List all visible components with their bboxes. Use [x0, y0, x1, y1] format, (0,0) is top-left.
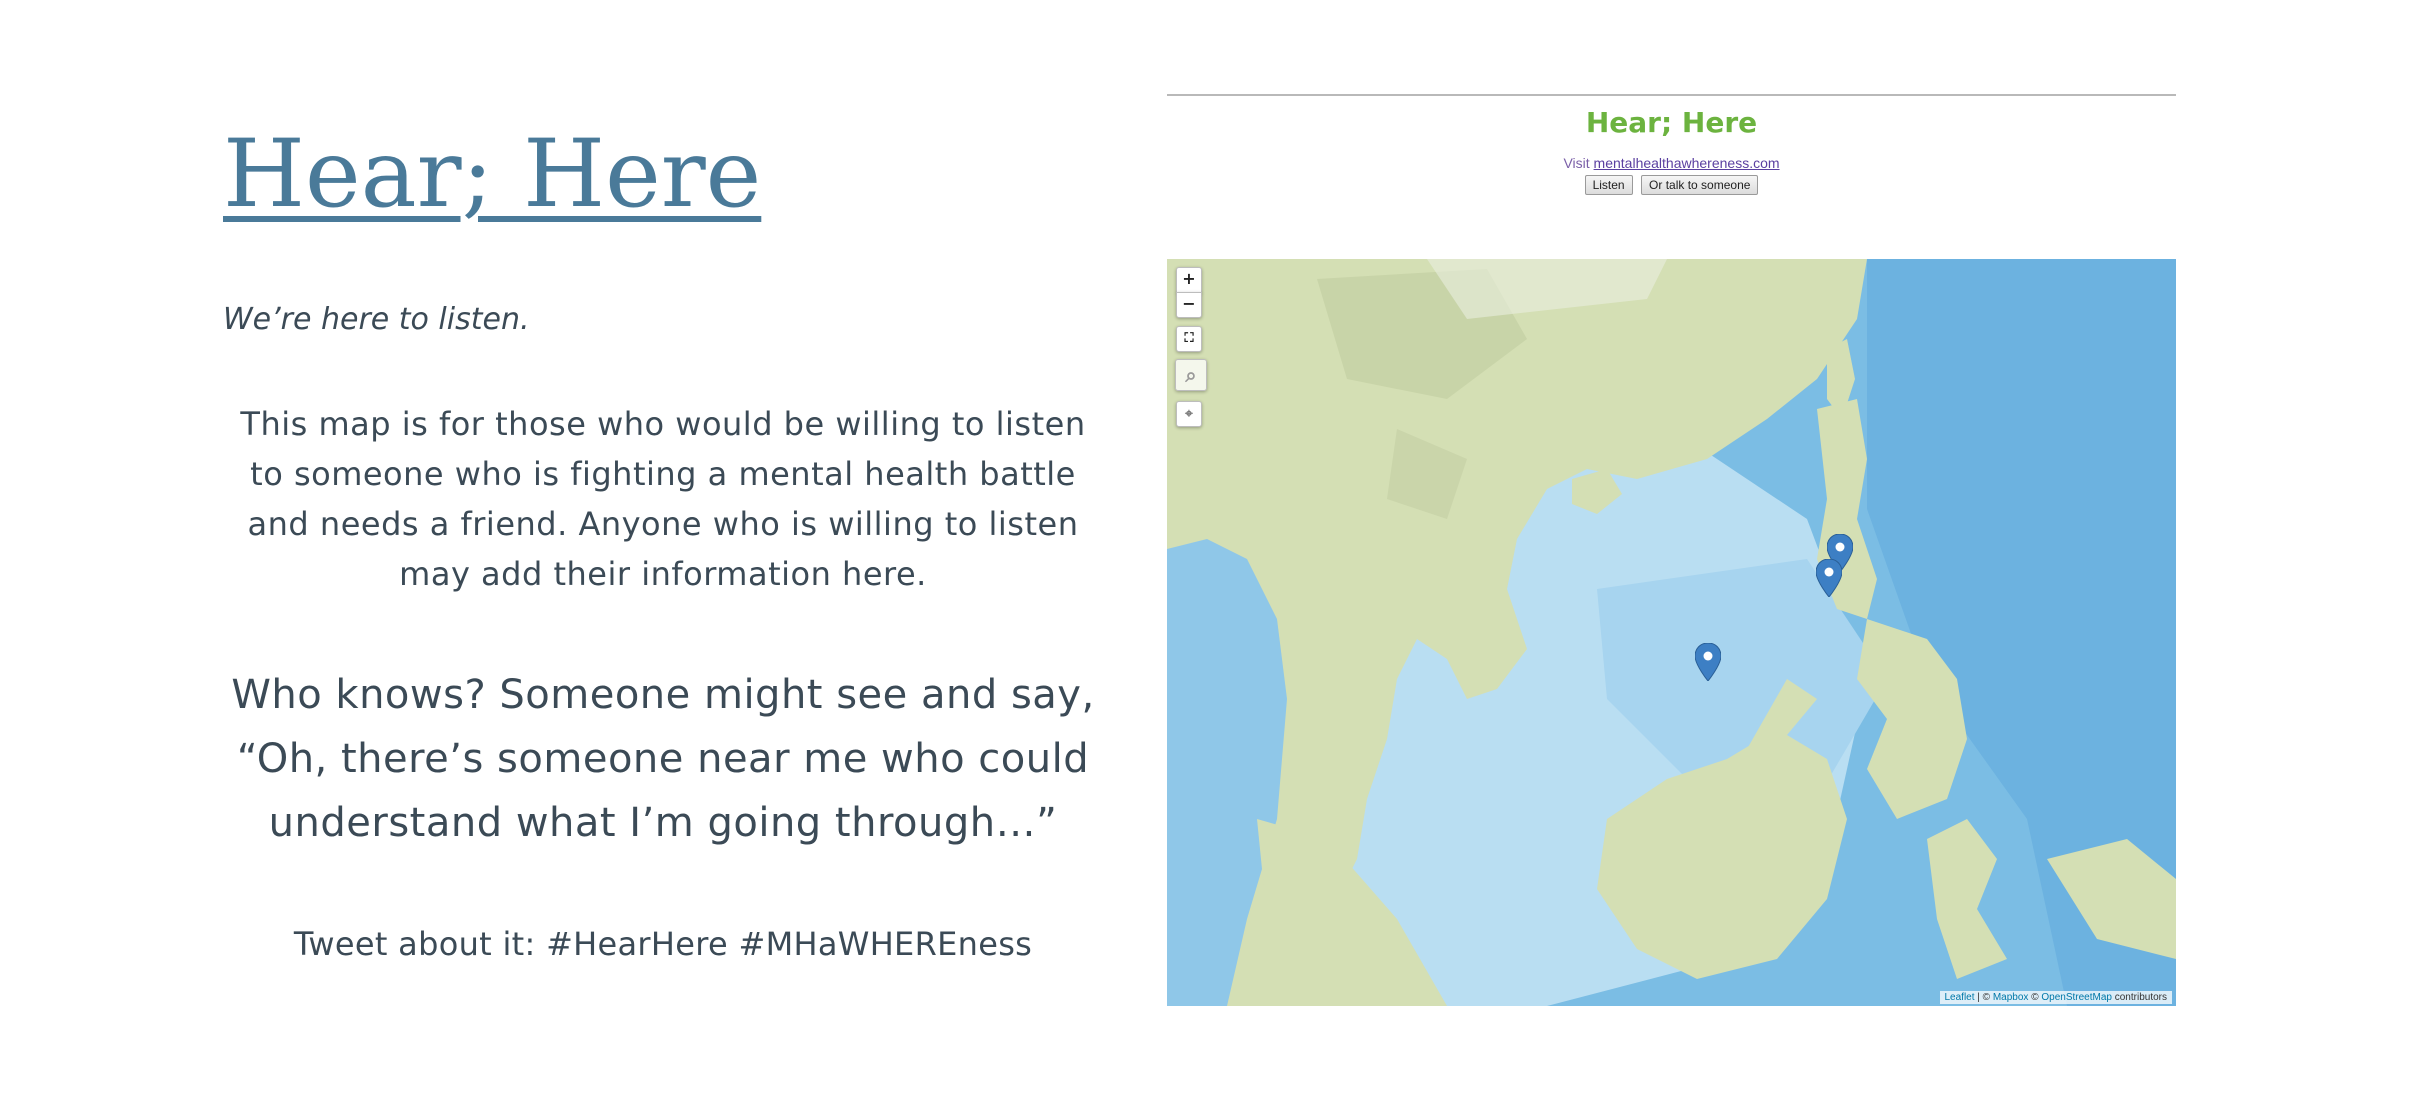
site-title-link[interactable]: Hear; Here [223, 110, 761, 240]
leaflet-link[interactable]: Leaflet [1945, 992, 1975, 1003]
zoom-out-button[interactable]: − [1176, 292, 1202, 318]
osm-link[interactable]: OpenStreetMap [2041, 992, 2112, 1003]
search-button[interactable]: ⌕ [1175, 359, 1207, 391]
visit-line: Visit mentalhealthawhereness.com [1167, 155, 2176, 171]
search-icon: ⌕ [1185, 363, 1197, 387]
quote-text: Who knows? Someone might see and say, “O… [231, 672, 1095, 846]
attrib-suffix: contributors [2111, 992, 2167, 1003]
zoom-in-button[interactable]: + [1176, 267, 1202, 293]
locate-button[interactable]: ⌖ [1176, 401, 1202, 427]
talk-button[interactable]: Or talk to someone [1641, 175, 1759, 195]
visit-prefix: Visit [1563, 155, 1594, 171]
map-marker-icon[interactable] [1816, 559, 1842, 597]
embed-buttons: Listen Or talk to someone [1167, 175, 2176, 195]
attrib-sep: | © [1974, 992, 1993, 1003]
embed-title: Hear; Here [1585, 106, 1758, 139]
attrib-sep: © [2028, 992, 2042, 1003]
map-marker-icon[interactable] [1695, 643, 1721, 681]
divider [1167, 94, 2176, 96]
fullscreen-button[interactable]: ⛶ [1176, 326, 1202, 352]
listen-button[interactable]: Listen [1584, 175, 1633, 195]
map-embed: Hear; Here Visit mentalhealthawhereness.… [1167, 94, 2176, 1006]
map-tiles [1167, 259, 2176, 1006]
tweet-prompt: Tweet about it: #HearHere #MHaWHEREness [293, 925, 1033, 963]
fullscreen-icon: ⛶ [1184, 331, 1194, 346]
intro-paragraph: This map is for those who would be willi… [240, 405, 1086, 593]
locate-icon: ⌖ [1185, 406, 1193, 422]
visit-link[interactable]: mentalhealthawhereness.com [1594, 155, 1780, 171]
map-attribution: Leaflet | © Mapbox © OpenStreetMap contr… [1939, 991, 2172, 1004]
intro-column: Hear; Here We’re here to listen. This ma… [223, 110, 1103, 963]
map-view[interactable]: + − ⛶ ⌕ ⌖ Leaflet | © Mapbox © OpenStree… [1167, 259, 2176, 1006]
tagline: We’re here to listen. [223, 302, 530, 337]
mapbox-link[interactable]: Mapbox [1993, 992, 2029, 1003]
